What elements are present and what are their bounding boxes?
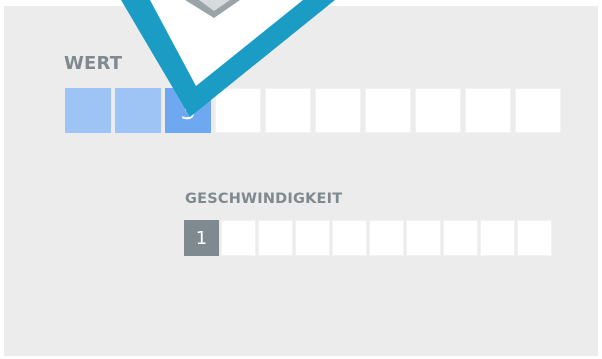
card-frame-graphic [121,0,335,117]
